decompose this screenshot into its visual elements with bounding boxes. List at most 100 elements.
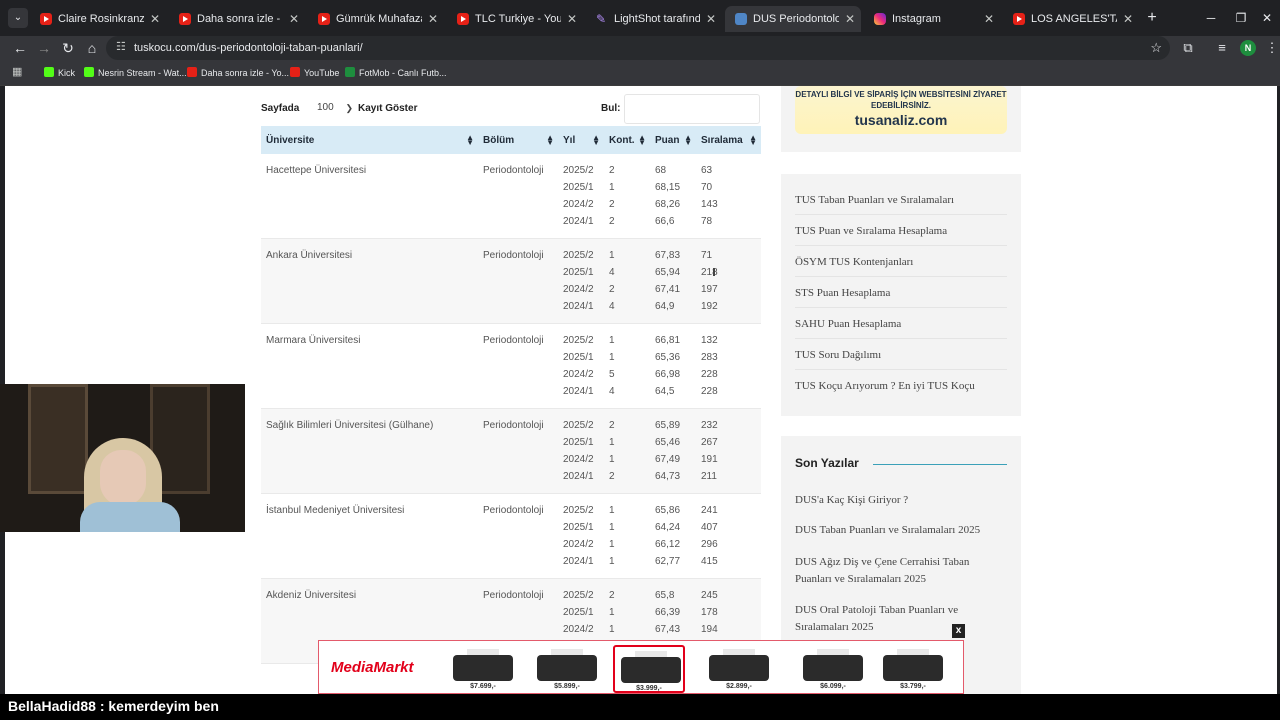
bookmark-item[interactable]: YouTube [290, 60, 339, 86]
column-header[interactable]: Puan ▲ ▼ [650, 126, 696, 154]
sidebar-link[interactable]: SAHU Puan Hesaplama [795, 318, 1007, 339]
recent-post-link[interactable]: DUS'a Kaç Kişi Giriyor ? [795, 492, 1007, 509]
bookmark-item[interactable]: Daha sonra izle - Yo... [187, 60, 289, 86]
quota-value: 1 [609, 505, 615, 516]
sidebar-link[interactable]: TUS Taban Puanları ve Sıralamaları [795, 194, 1007, 215]
sort-arrows-icon[interactable]: ▲ ▼ [466, 134, 474, 147]
extensions-icon[interactable]: ⧉ [1178, 38, 1198, 58]
close-tab-icon[interactable]: ✕ [150, 6, 160, 32]
column-header[interactable]: Yıl ▲ ▼ [558, 126, 604, 154]
column-header[interactable]: Sıralama ▲ ▼ [696, 126, 761, 154]
apps-grid-icon[interactable]: ▦ [12, 66, 24, 78]
reload-button[interactable]: ↻ [58, 38, 78, 58]
recent-post-link[interactable]: DUS Ağız Diş ve Çene Cerrahisi Taban Pua… [795, 554, 1007, 588]
year-value: 2025/2 [563, 335, 594, 346]
site-info-icon[interactable]: ☷ [116, 40, 130, 54]
printer-product[interactable]: $5.899,- [531, 645, 603, 693]
printer-product[interactable]: $3.799,- [877, 645, 949, 693]
youtube-icon [179, 13, 191, 25]
forward-button[interactable]: → [34, 38, 54, 58]
rank-value: 232 [701, 420, 718, 431]
printer-product[interactable]: $7.699,- [447, 645, 519, 693]
browser-tab[interactable]: DUS Periodontoloji Taban ✕ [725, 6, 861, 32]
column-header[interactable]: Üniversite ▲ ▼ [261, 126, 478, 154]
address-bar[interactable]: ☷ tuskocu.com/dus-periodontoloji-taban-p… [106, 36, 1170, 60]
chevron-down-icon: ❯ [345, 103, 353, 113]
browser-tab[interactable]: TLC Turkiye - YouTube ✕ [447, 6, 583, 32]
printer-image [621, 657, 681, 683]
column-header[interactable]: Bölüm ▲ ▼ [478, 126, 558, 154]
rank-value: 178 [701, 607, 718, 618]
score-cell: 68 68,15 68,26 66,6 [650, 154, 696, 239]
rank-value: 267 [701, 437, 718, 448]
profile-avatar[interactable]: N [1240, 40, 1256, 56]
close-window-button[interactable]: ✕ [1252, 6, 1280, 30]
browser-tab[interactable]: Daha sonra izle - YouTube ✕ [169, 6, 305, 32]
bookmark-item[interactable]: Nesrin Stream - Wat... [84, 60, 187, 86]
year-cell: 2025/2 2025/1 2024/2 2024/1 [558, 493, 604, 579]
tab-search-button[interactable]: ⌄ [8, 8, 28, 28]
heading-divider [873, 464, 1007, 465]
sort-arrows-icon[interactable]: ▲ ▼ [638, 134, 646, 147]
close-tab-icon[interactable]: ✕ [1123, 6, 1133, 32]
sidebar-link[interactable]: ÖSYM TUS Kontenjanları [795, 256, 1007, 277]
sort-arrows-icon[interactable]: ▲ ▼ [749, 134, 757, 147]
close-tab-icon[interactable]: ✕ [845, 6, 855, 32]
minimize-button[interactable]: ─ [1196, 6, 1226, 30]
sidebar-link[interactable]: STS Puan Hesaplama [795, 287, 1007, 308]
search-input[interactable] [624, 94, 760, 124]
year-value: 2024/2 [563, 539, 594, 550]
close-tab-icon[interactable]: ✕ [428, 6, 438, 32]
close-tab-icon[interactable]: ✕ [984, 6, 994, 32]
printer-product[interactable]: $6.099,- [797, 645, 869, 693]
ad-banner[interactable]: DETAYLI BİLGİ VE SİPARİŞ İÇİN WEBSİTESİN… [795, 86, 1007, 134]
printer-product[interactable]: $2.899,- [703, 645, 775, 693]
ad-close-button[interactable]: x [952, 624, 965, 638]
per-page-select[interactable]: 100 ❯ [305, 94, 355, 122]
home-button[interactable]: ⌂ [82, 38, 102, 58]
tab-title: LightShot tarafından Ekra [614, 13, 700, 25]
year-value: 2024/1 [563, 556, 594, 567]
university-cell: Ankara Üniversitesi [261, 238, 478, 324]
score-value: 65,46 [655, 437, 681, 448]
close-tab-icon[interactable]: ✕ [567, 6, 577, 32]
sort-arrows-icon[interactable]: ▲ ▼ [684, 134, 692, 147]
rank-value: 228 [701, 369, 718, 380]
sidebar-link[interactable]: TUS Koçu Arıyorum ? En iyi TUS Koçu [795, 380, 1007, 400]
year-cell: 2025/2 2025/1 2024/2 2024/1 [558, 238, 604, 324]
column-header[interactable]: Kont. ▲ ▼ [604, 126, 650, 154]
media-controls-icon[interactable]: ≡ [1212, 38, 1232, 58]
recent-posts-heading: Son Yazılar [795, 456, 859, 470]
bookmark-item[interactable]: FotMob - Canlı Futb... [345, 60, 447, 86]
sidebar-ad[interactable]: DETAYLI BİLGİ VE SİPARİŞ İÇİN WEBSİTESİN… [781, 86, 1021, 152]
bookmark-item[interactable]: Kick [44, 60, 75, 86]
bottom-banner-ad[interactable]: MediaMarkt $7.699,- $5.899,- $3.999,- $2.89… [318, 640, 964, 694]
sort-arrows-icon[interactable]: ▲ ▼ [592, 134, 600, 147]
close-tab-icon[interactable]: ✕ [706, 6, 716, 32]
recent-post-link[interactable]: DUS Taban Puanları ve Sıralamaları 2025 [795, 522, 1007, 539]
streamer-shirt [80, 502, 180, 532]
printer-price: $5.899,- [554, 683, 580, 690]
browser-tab[interactable]: Instagram ✕ [864, 6, 1000, 32]
table-row: Ankara Üniversitesi Periodontoloji 2025/2 2… [261, 238, 761, 324]
close-tab-icon[interactable]: ✕ [289, 6, 299, 32]
browser-tab[interactable]: LOS ANGELES'TA BİRKAÇ ✕ [1003, 6, 1139, 32]
quota-value: 2 [609, 420, 615, 431]
back-button[interactable]: ← [10, 38, 30, 58]
recent-post-link[interactable]: DUS Oral Patoloji Taban Puanları ve Sıra… [795, 602, 1007, 636]
printer-product[interactable]: $3.999,- [613, 645, 685, 693]
browser-tab[interactable]: Gümrük Muhafaza Türkiye ✕ [308, 6, 444, 32]
new-tab-button[interactable]: + [1142, 8, 1162, 28]
sidebar-link[interactable]: TUS Soru Dağılımı [795, 349, 1007, 370]
rank-value: 192 [701, 301, 718, 312]
sort-arrows-icon[interactable]: ▲ ▼ [546, 134, 554, 147]
menu-icon[interactable]: ⋮ [1262, 38, 1280, 58]
browser-tab[interactable]: Claire Rosinkranz - Hotel ✕ [30, 6, 166, 32]
scores-table: Üniversite ▲ ▼ Bölüm ▲ ▼ Yıl ▲ ▼ Kont. ▲ ▼ Puan ▲ ▼ Sır… [261, 126, 761, 664]
bookmark-star-icon[interactable]: ☆ [1150, 36, 1162, 60]
sidebar-link[interactable]: TUS Puan ve Sıralama Hesaplama [795, 225, 1007, 246]
browser-tab[interactable]: ✎ LightShot tarafından Ekra ✕ [586, 6, 722, 32]
rank-value: 415 [701, 556, 718, 567]
rank-value: 211 [701, 471, 717, 482]
bookmark-favicon-icon [345, 67, 355, 77]
